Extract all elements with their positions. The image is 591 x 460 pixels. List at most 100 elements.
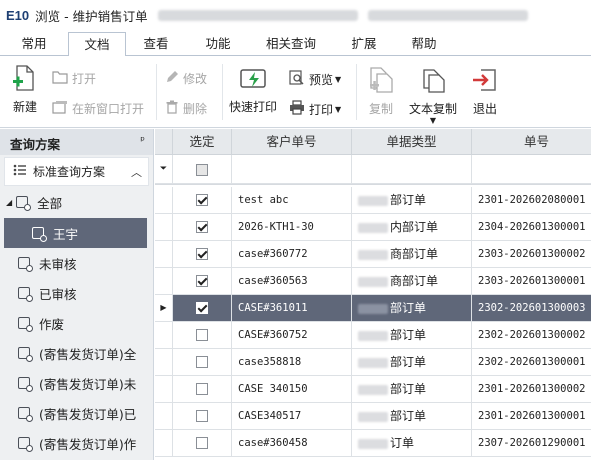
customer-no-cell[interactable]: test abc [232,187,352,214]
column-header-doc-type[interactable]: 单据类型 [352,129,472,155]
filter-funnel-icon[interactable]: ⏷ [155,155,173,184]
delete-button[interactable]: 删除 [165,100,207,117]
checkbox-icon[interactable] [196,329,208,341]
doc-type-cell[interactable]: 内部订单 [352,214,472,241]
text-copy-dropdown-icon[interactable]: ▼ [406,117,460,125]
doc-type-cell[interactable]: 部订单 [352,322,472,349]
tab-document[interactable]: 文档 [68,32,126,57]
row-indicator[interactable] [155,241,173,268]
row-indicator[interactable]: ▶ [155,295,173,322]
exit-button[interactable]: 退出 [470,66,500,117]
row-checkbox[interactable] [173,295,232,322]
doc-type-cell[interactable]: 商部订单 [352,268,472,295]
row-indicator[interactable] [155,268,173,295]
row-checkbox[interactable] [173,376,232,403]
row-indicator[interactable] [155,187,173,214]
customer-no-cell[interactable]: case#360458 [232,430,352,457]
open-new-window-button[interactable]: 在新窗口打开 [52,100,144,117]
customer-no-cell[interactable]: CASE340517 [232,403,352,430]
quick-print-button[interactable]: 快速打印 [228,66,278,115]
doc-no-cell[interactable]: 2301-202602080001 [472,187,591,214]
row-checkbox[interactable] [173,403,232,430]
customer-no-cell[interactable]: case#360563 [232,268,352,295]
filter-doc-type[interactable] [352,155,472,184]
new-button[interactable]: 新建 [8,64,42,115]
pin-icon[interactable]: ᵖ [140,134,145,147]
tree-item-consign-unapproved[interactable]: (寄售发货订单)未 [0,368,152,398]
doc-type-cell[interactable]: 订单 [352,430,472,457]
row-checkbox[interactable] [173,349,232,376]
customer-no-cell[interactable]: CASE 340150 [232,376,352,403]
doc-no-cell[interactable]: 2304-202601300001 [472,214,591,241]
doc-type-cell[interactable]: 部订单 [352,403,472,430]
doc-no-cell[interactable]: 2302-202601300002 [472,322,591,349]
open-button[interactable]: 打开 [52,70,96,87]
tab-extension[interactable]: 扩展 [342,35,386,57]
column-header-customer-no[interactable]: 客户单号 [232,129,352,155]
row-checkbox[interactable] [173,430,232,457]
column-header-selected[interactable]: 选定 [173,129,232,155]
doc-type-cell[interactable]: 部订单 [352,187,472,214]
doc-type-cell[interactable]: 部订单 [352,295,472,322]
doc-type-cell[interactable]: 商部订单 [352,241,472,268]
print-button[interactable]: 打印 ▼ [289,100,341,118]
doc-type-cell[interactable]: 部订单 [352,349,472,376]
row-checkbox[interactable] [173,322,232,349]
tab-related-query[interactable]: 相关查询 [261,35,321,57]
row-checkbox[interactable] [173,241,232,268]
row-indicator[interactable] [155,403,173,430]
text-copy-button[interactable]: 文本复制 ▼ [406,66,460,125]
doc-no-cell[interactable]: 2302-202601300001 [472,349,591,376]
row-indicator[interactable] [155,214,173,241]
tab-function[interactable]: 功能 [196,35,240,57]
customer-no-cell[interactable]: CASE#361011 [232,295,352,322]
doc-no-cell[interactable]: 2301-202601300002 [472,376,591,403]
tab-common[interactable]: 常用 [12,35,56,57]
doc-no-cell[interactable]: 2301-202601300001 [472,403,591,430]
column-header-doc-no[interactable]: 单号 [472,129,591,155]
checkbox-icon[interactable] [196,248,208,260]
customer-no-cell[interactable]: case358818 [232,349,352,376]
checkbox-icon[interactable] [196,410,208,422]
modify-button[interactable]: 修改 [165,70,207,87]
row-indicator[interactable] [155,430,173,457]
tree-item-consign-approved[interactable]: (寄售发货订单)已 [0,398,152,428]
row-indicator[interactable] [155,322,173,349]
tab-view[interactable]: 查看 [134,35,178,57]
checkbox-icon[interactable] [196,356,208,368]
copy-button[interactable]: 复制 [364,66,398,117]
tree-item-consign-all[interactable]: (寄售发货订单)全 [0,338,152,368]
customer-no-cell[interactable]: case#360772 [232,241,352,268]
doc-no-cell[interactable]: 2307-202601290001 [472,430,591,457]
checkbox-icon[interactable] [196,383,208,395]
tree-item-voided[interactable]: 作废 [0,308,152,338]
standard-scheme-selector[interactable]: 标准查询方案 ︿ [4,157,149,186]
tab-help[interactable]: 帮助 [402,35,446,57]
tree-item-wangyu[interactable]: 王宇 [4,218,147,248]
customer-no-cell[interactable]: CASE#360752 [232,322,352,349]
doc-no-cell[interactable]: 2302-202601300003 [472,295,591,322]
doc-no-cell[interactable]: 2303-202601300001 [472,268,591,295]
row-checkbox[interactable] [173,187,232,214]
preview-dropdown-icon[interactable]: ▼ [335,75,341,84]
tree-item-approved[interactable]: 已审核 [0,278,152,308]
tree-item-all[interactable]: ◢ 全部 [0,187,152,217]
tree-item-unapproved[interactable]: 未审核 [0,248,152,278]
filter-doc-no[interactable] [472,155,591,184]
checkbox-icon[interactable] [196,437,208,449]
row-indicator[interactable] [155,349,173,376]
checkbox-icon[interactable] [196,275,208,287]
print-dropdown-icon[interactable]: ▼ [335,105,341,114]
row-checkbox[interactable] [173,268,232,295]
checkbox-icon[interactable] [196,221,208,233]
checkbox-icon[interactable] [196,194,208,206]
select-all-checkbox[interactable] [173,155,232,184]
filter-customer-no[interactable] [232,155,352,184]
customer-no-cell[interactable]: 2026-KTH1-30 [232,214,352,241]
expand-arrow-icon[interactable]: ◢ [6,198,12,207]
row-indicator[interactable] [155,376,173,403]
checkbox-icon[interactable] [196,302,208,314]
preview-button[interactable]: 预览 ▼ [289,70,341,89]
doc-no-cell[interactable]: 2303-202601300002 [472,241,591,268]
row-checkbox[interactable] [173,214,232,241]
